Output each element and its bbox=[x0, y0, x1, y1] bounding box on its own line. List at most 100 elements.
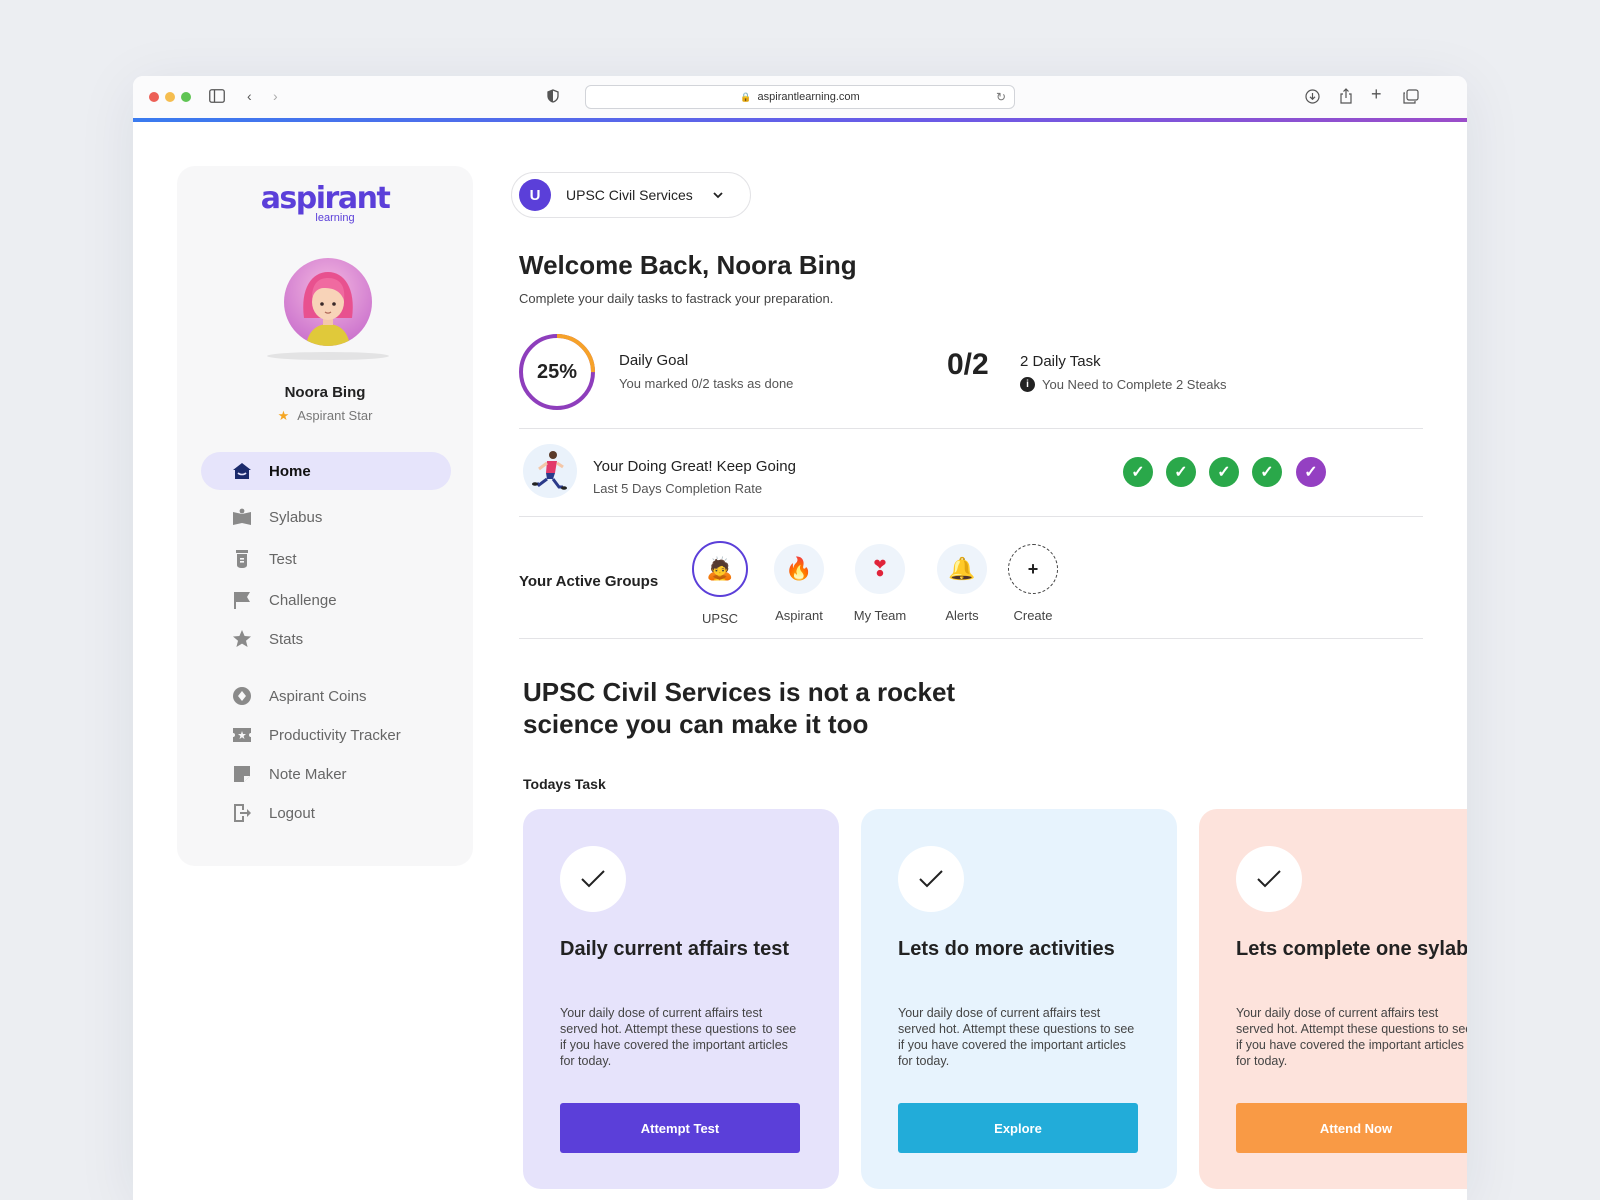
sidebar: aspirant learning Noora Bing ★ Aspirant S… bbox=[177, 166, 473, 866]
sidebar-item-note-maker[interactable]: Note Maker bbox=[201, 755, 451, 793]
daily-task-count: 0/2 bbox=[947, 348, 989, 381]
streak-day-5-check: ✓ bbox=[1296, 457, 1326, 487]
task-card-title: Lets complete one sylabus bbox=[1236, 938, 1467, 960]
sidebar-item-label: Home bbox=[269, 462, 311, 480]
course-initial-badge: U bbox=[519, 179, 551, 211]
sidebar-item-productivity-tracker[interactable]: Productivity Tracker bbox=[201, 716, 451, 754]
daily-task-subtitle: i You Need to Complete 2 Steaks bbox=[1020, 377, 1227, 392]
motto-heading: UPSC Civil Services is not a rocket scie… bbox=[523, 677, 956, 739]
sidebar-item-label: Note Maker bbox=[269, 765, 347, 783]
page-subtitle: Complete your daily tasks to fastrack yo… bbox=[519, 291, 834, 306]
forward-arrow-icon[interactable]: › bbox=[273, 89, 278, 103]
group-aspirant[interactable]: 🔥 Aspirant bbox=[759, 544, 839, 623]
user-role-label: Aspirant Star bbox=[297, 408, 373, 423]
streak-title: Your Doing Great! Keep Going bbox=[593, 458, 796, 475]
privacy-shield-icon[interactable] bbox=[547, 89, 559, 105]
fire-icon: 🔥 bbox=[774, 544, 824, 594]
sidebar-item-label: Challenge bbox=[269, 591, 337, 609]
sidebar-item-sylabus[interactable]: Sylabus bbox=[201, 498, 451, 536]
user-name: Noora Bing bbox=[284, 384, 366, 401]
flag-icon bbox=[231, 589, 253, 611]
new-tab-icon[interactable]: + bbox=[1371, 85, 1382, 103]
plus-icon: + bbox=[1008, 544, 1058, 594]
address-bar[interactable]: 🔒 aspirantlearning.com ↻ bbox=[585, 85, 1015, 109]
sidebar-item-challenge[interactable]: Challenge bbox=[201, 581, 451, 619]
lock-icon: 🔒 bbox=[740, 91, 752, 102]
maximize-window-button[interactable] bbox=[181, 92, 191, 102]
divider bbox=[519, 516, 1423, 517]
streak-day-1-check: ✓ bbox=[1123, 457, 1153, 487]
divider bbox=[519, 428, 1423, 429]
url-text: aspirantlearning.com bbox=[757, 91, 860, 103]
test-tube-icon bbox=[231, 548, 253, 570]
group-label: UPSC bbox=[701, 611, 739, 626]
sidebar-item-test[interactable]: Test bbox=[201, 540, 451, 578]
tab-overview-icon[interactable] bbox=[1403, 89, 1419, 106]
sidebar-item-label: Logout bbox=[269, 804, 315, 822]
sidebar-item-label: Test bbox=[269, 550, 297, 568]
daily-goal-title: Daily Goal bbox=[619, 352, 689, 369]
group-create[interactable]: + Create bbox=[993, 544, 1073, 623]
sidebar-item-logout[interactable]: Logout bbox=[201, 794, 451, 832]
runner-icon bbox=[523, 444, 577, 498]
todays-task-label: Todays Task bbox=[523, 776, 606, 792]
group-label: My Team bbox=[853, 608, 907, 623]
explore-button[interactable]: Explore bbox=[898, 1103, 1138, 1153]
sidebar-item-aspirant-coins[interactable]: Aspirant Coins bbox=[201, 677, 451, 715]
brand-sub: learning bbox=[315, 212, 355, 224]
close-window-button[interactable] bbox=[149, 92, 159, 102]
group-label: Aspirant bbox=[775, 608, 823, 623]
chevron-down-icon bbox=[713, 188, 723, 202]
brand-name: aspirant bbox=[260, 181, 391, 216]
attend-now-button[interactable]: Attend Now bbox=[1236, 1103, 1467, 1153]
streak-subtitle: Last 5 Days Completion Rate bbox=[593, 481, 763, 496]
course-dropdown[interactable]: U UPSC Civil Services bbox=[511, 172, 751, 218]
daily-task-subtitle-text: You Need to Complete 2 Steaks bbox=[1042, 377, 1227, 392]
group-upsc[interactable]: 🙇 UPSC bbox=[680, 541, 760, 626]
star-icon: ★ bbox=[277, 408, 290, 423]
sidebar-item-stats[interactable]: Stats bbox=[201, 620, 451, 658]
daily-task-title: 2 Daily Task bbox=[1020, 353, 1101, 370]
task-card-description: Your daily dose of current affairs test … bbox=[1236, 1006, 1467, 1068]
share-icon[interactable] bbox=[1339, 88, 1353, 106]
streak-day-4-check: ✓ bbox=[1252, 457, 1282, 487]
avatar[interactable] bbox=[284, 258, 372, 346]
check-icon bbox=[898, 846, 964, 912]
reload-icon[interactable]: ↻ bbox=[996, 90, 1006, 104]
task-card-current-affairs: Daily current affairs test Your daily do… bbox=[523, 809, 839, 1189]
daily-goal-percent: 25% bbox=[536, 360, 578, 383]
check-icon bbox=[1236, 846, 1302, 912]
download-icon[interactable] bbox=[1305, 89, 1320, 106]
daily-goal-subtitle: You marked 0/2 tasks as done bbox=[619, 376, 794, 391]
group-my-team[interactable]: ❣ My Team bbox=[840, 544, 920, 623]
task-card-description: Your daily dose of current affairs test … bbox=[898, 1006, 1135, 1068]
minimize-window-button[interactable] bbox=[165, 92, 175, 102]
sidebar-item-label: Productivity Tracker bbox=[269, 726, 401, 744]
back-arrow-icon[interactable]: ‹ bbox=[247, 89, 252, 103]
page-title: Welcome Back, Noora Bing bbox=[519, 250, 857, 280]
sidebar-item-label: Aspirant Coins bbox=[269, 687, 367, 705]
brand-logo[interactable]: aspirant learning bbox=[177, 181, 473, 225]
task-card-description: Your daily dose of current affairs test … bbox=[560, 1006, 797, 1068]
group-upsc-icon: 🙇 bbox=[692, 541, 748, 597]
info-icon: i bbox=[1020, 377, 1035, 392]
sidebar-item-home[interactable]: Home bbox=[201, 452, 451, 490]
logout-icon bbox=[231, 802, 253, 824]
check-icon bbox=[560, 846, 626, 912]
group-alerts[interactable]: 🔔 Alerts bbox=[922, 544, 1002, 623]
book-icon bbox=[231, 506, 253, 528]
task-card-activities: Lets do more activities Your daily dose … bbox=[861, 809, 1177, 1189]
sidebar-item-label: Sylabus bbox=[269, 508, 323, 526]
browser-toolbar: ‹ › 🔒 aspirantlearning.com ↻ + bbox=[133, 76, 1467, 118]
attempt-test-button[interactable]: Attempt Test bbox=[560, 1103, 800, 1153]
note-icon bbox=[231, 763, 253, 785]
group-label: Alerts bbox=[945, 608, 979, 623]
task-card-title: Daily current affairs test bbox=[560, 938, 789, 960]
streak-day-3-check: ✓ bbox=[1209, 457, 1239, 487]
task-card-title: Lets do more activities bbox=[898, 938, 1115, 960]
browser-window: ‹ › 🔒 aspirantlearning.com ↻ + aspirant … bbox=[133, 76, 1467, 1200]
progress-gradient-bar bbox=[133, 118, 1467, 122]
ticket-icon bbox=[231, 724, 253, 746]
course-label: UPSC Civil Services bbox=[566, 187, 693, 203]
sidebar-toggle-icon[interactable] bbox=[209, 89, 225, 105]
